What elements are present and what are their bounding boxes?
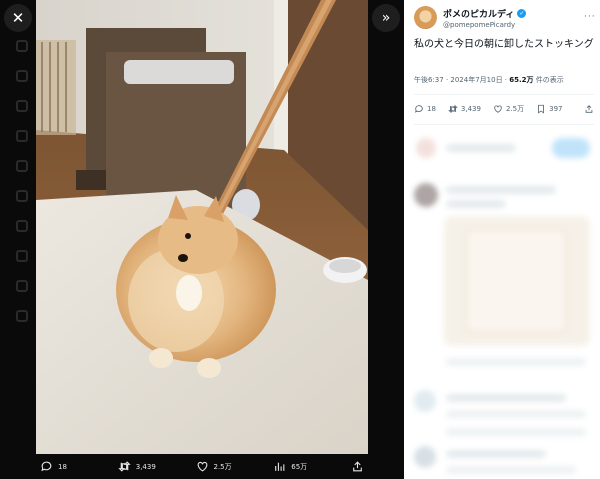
verified-badge-icon: ✓ — [517, 8, 527, 18]
reply-icon — [41, 461, 52, 472]
bookmark-icon — [538, 104, 545, 114]
media-share-button[interactable] — [351, 460, 364, 473]
share-button[interactable] — [584, 104, 594, 114]
like-button[interactable]: 2.5万 — [493, 104, 524, 114]
author-display-name[interactable]: ポメのピカルディ ✓ — [443, 7, 527, 20]
expand-icon: » — [381, 10, 391, 26]
repost-button[interactable]: 3,439 — [448, 104, 481, 114]
tweet-views-count: 65.2万 — [509, 76, 534, 84]
media-repost-button[interactable]: 3,439 — [118, 460, 196, 473]
close-icon: ✕ — [11, 9, 25, 27]
display-name-text: ポメのピカルディ — [443, 9, 515, 20]
media-viewer: ✕ » 18 3,439 2.5万 65万 — [0, 0, 404, 479]
heart-icon — [197, 461, 207, 472]
reply-count: 18 — [427, 105, 436, 113]
blurred-replies — [404, 128, 600, 479]
tweet-timestamp[interactable]: 午後6:37 · 2024年7月10日 · — [414, 76, 509, 84]
more-options-icon[interactable]: ··· — [584, 12, 596, 22]
divider — [414, 94, 594, 95]
tweet-detail-panel: ポメのピカルディ ✓ @pomepomePicardy ··· 私の犬と今日の朝… — [404, 0, 600, 479]
repost-icon — [118, 461, 131, 472]
media-repost-count: 3,439 — [135, 462, 156, 471]
photo-dog-stocking — [36, 0, 368, 454]
views-icon — [275, 462, 285, 471]
media-like-button[interactable]: 2.5万 — [196, 460, 274, 473]
tweet-author[interactable]: ポメのピカルディ ✓ @pomepomePicardy — [414, 6, 527, 29]
repost-icon — [448, 105, 458, 113]
reply-icon — [415, 105, 423, 113]
tweet-text: 私の犬と今日の朝に卸したストッキング — [414, 39, 594, 50]
close-button[interactable]: ✕ — [4, 4, 32, 32]
repost-count: 3,439 — [460, 105, 481, 113]
heart-icon — [494, 105, 502, 113]
tweet-stats-bar: 18 3,439 2.5万 397 — [414, 104, 594, 114]
tweet-meta: 午後6:37 · 2024年7月10日 · 65.2万 件の表示 — [414, 75, 564, 85]
bookmark-count: 397 — [549, 105, 563, 113]
reply-button[interactable]: 18 — [414, 104, 436, 114]
media-reply-button[interactable]: 18 — [40, 460, 118, 473]
media-like-count: 2.5万 — [213, 462, 232, 471]
tweet-photo[interactable] — [36, 0, 368, 454]
like-count: 2.5万 — [505, 105, 525, 113]
media-views-button[interactable]: 65万 — [273, 460, 351, 473]
bookmark-button[interactable]: 397 — [536, 104, 562, 114]
avatar[interactable] — [414, 6, 437, 29]
background-nav — [16, 40, 30, 340]
media-reply-count: 18 — [58, 462, 67, 471]
divider — [414, 124, 594, 125]
author-handle[interactable]: @pomepomePicardy — [443, 21, 526, 29]
share-icon — [353, 461, 362, 472]
tweet-views-label: 件の表示 — [533, 76, 564, 84]
expand-button[interactable]: » — [372, 4, 400, 32]
share-icon — [585, 105, 593, 113]
media-views-count: 65万 — [291, 462, 308, 471]
media-action-bar: 18 3,439 2.5万 65万 — [0, 454, 404, 479]
